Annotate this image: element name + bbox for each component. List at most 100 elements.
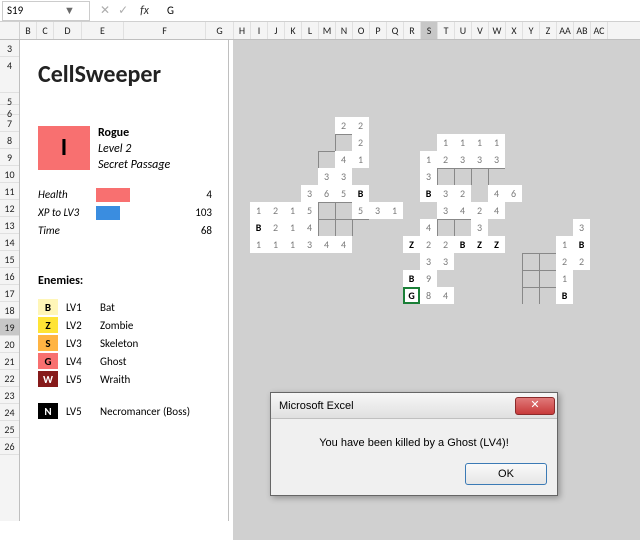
col-header-D[interactable]: D	[54, 22, 82, 39]
col-header-Q[interactable]: Q	[387, 22, 404, 39]
row-header-11[interactable]: 11	[0, 183, 19, 200]
grid-cell[interactable]: 2	[352, 117, 369, 134]
row-header-21[interactable]: 21	[0, 353, 19, 370]
grid-cell[interactable]: 4	[335, 151, 352, 168]
grid-cell[interactable]: 3	[420, 168, 437, 185]
col-header-T[interactable]: T	[438, 22, 455, 39]
grid-cell[interactable]	[539, 270, 556, 287]
grid-cell[interactable]: B	[420, 185, 437, 202]
grid-cell[interactable]: 3	[488, 151, 505, 168]
col-header-J[interactable]: J	[268, 22, 285, 39]
grid-cell[interactable]	[437, 168, 454, 185]
grid-cell[interactable]: 1	[556, 236, 573, 253]
grid-cell[interactable]: 3	[301, 236, 318, 253]
col-header-AC[interactable]: AC	[591, 22, 608, 39]
col-header-V[interactable]: V	[472, 22, 489, 39]
grid-cell[interactable]: G	[403, 287, 420, 304]
grid-cell[interactable]	[539, 253, 556, 270]
grid-cell[interactable]: 3	[437, 202, 454, 219]
row-header-5[interactable]: 5	[0, 93, 19, 105]
grid-cell[interactable]: Z	[403, 236, 420, 253]
col-header-P[interactable]: P	[370, 22, 387, 39]
grid-cell[interactable]: 4	[420, 219, 437, 236]
col-header-W[interactable]: W	[489, 22, 506, 39]
row-header-17[interactable]: 17	[0, 285, 19, 302]
col-header-X[interactable]: X	[506, 22, 523, 39]
row-header-13[interactable]: 13	[0, 217, 19, 234]
grid-cell[interactable]	[454, 168, 471, 185]
grid-cell[interactable]: B	[352, 185, 369, 202]
grid-cell[interactable]: 1	[437, 134, 454, 151]
grid-cell[interactable]: Z	[471, 236, 488, 253]
grid-cell[interactable]: 5	[335, 185, 352, 202]
grid-cell[interactable]	[318, 202, 335, 219]
grid-cell[interactable]	[522, 270, 539, 287]
grid-cell[interactable]: 1	[284, 219, 301, 236]
grid-cell[interactable]: 6	[318, 185, 335, 202]
grid-cell[interactable]: 2	[437, 236, 454, 253]
col-header-U[interactable]: U	[455, 22, 472, 39]
grid-cell[interactable]: 3	[454, 151, 471, 168]
grid-cell[interactable]: 3	[573, 219, 590, 236]
grid-cell[interactable]: 3	[420, 253, 437, 270]
col-header-I[interactable]: I	[251, 22, 268, 39]
grid-cell[interactable]	[335, 134, 352, 151]
col-header-Y[interactable]: Y	[523, 22, 540, 39]
row-header-18[interactable]: 18	[0, 302, 19, 319]
grid-cell[interactable]	[522, 287, 539, 304]
grid-cell[interactable]	[454, 219, 471, 236]
row-header-4[interactable]: 4	[0, 57, 19, 93]
grid-cell[interactable]: 1	[250, 202, 267, 219]
grid-cell[interactable]: B	[573, 236, 590, 253]
grid-cell[interactable]	[335, 219, 352, 236]
grid-cell[interactable]: 5	[301, 202, 318, 219]
row-header-15[interactable]: 15	[0, 251, 19, 268]
col-header-AA[interactable]: AA	[557, 22, 574, 39]
grid-cell[interactable]: 1	[284, 202, 301, 219]
grid-cell[interactable]: 1	[250, 236, 267, 253]
row-header-14[interactable]: 14	[0, 234, 19, 251]
row-header-22[interactable]: 22	[0, 370, 19, 387]
grid-cell[interactable]: 4	[318, 236, 335, 253]
grid-cell[interactable]: 1	[284, 236, 301, 253]
grid-cell[interactable]: 3	[437, 185, 454, 202]
grid-cell[interactable]: Z	[488, 236, 505, 253]
row-header-24[interactable]: 24	[0, 404, 19, 421]
grid-cell[interactable]: 2	[267, 219, 284, 236]
grid-cell[interactable]: 4	[301, 219, 318, 236]
col-header-B[interactable]: B	[20, 22, 37, 39]
cancel-icon[interactable]: ✕	[100, 3, 110, 18]
name-box[interactable]: S19 ▼	[2, 1, 90, 21]
row-header-16[interactable]: 16	[0, 268, 19, 285]
grid-cell[interactable]: 2	[556, 253, 573, 270]
grid-cell[interactable]: 2	[420, 236, 437, 253]
close-icon[interactable]: ✕	[515, 397, 555, 415]
grid-cell[interactable]: 2	[573, 253, 590, 270]
grid-cell[interactable]: 1	[488, 134, 505, 151]
grid-cell[interactable]: 1	[556, 270, 573, 287]
row-header-8[interactable]: 8	[0, 132, 19, 149]
row-header-20[interactable]: 20	[0, 336, 19, 353]
enter-icon[interactable]: ✓	[118, 3, 128, 18]
grid-cell[interactable]	[471, 168, 488, 185]
grid-cell[interactable]: 2	[471, 202, 488, 219]
grid-cell[interactable]: 2	[335, 117, 352, 134]
dialog-titlebar[interactable]: Microsoft Excel ✕	[271, 393, 557, 419]
grid-cell[interactable]	[318, 219, 335, 236]
col-header-Z[interactable]: Z	[540, 22, 557, 39]
row-header-3[interactable]: 3	[0, 40, 19, 57]
grid-cell[interactable]: 3	[471, 151, 488, 168]
grid-cell[interactable]: B	[403, 270, 420, 287]
grid-cell[interactable]: 9	[420, 270, 437, 287]
grid-cell[interactable]: 1	[420, 151, 437, 168]
grid-cell[interactable]: 4	[488, 202, 505, 219]
grid-cell[interactable]	[318, 151, 335, 168]
grid-cell[interactable]: 1	[267, 236, 284, 253]
grid-cell[interactable]: 2	[267, 202, 284, 219]
col-header-M[interactable]: M	[319, 22, 336, 39]
row-header-6[interactable]: 6	[0, 105, 19, 115]
grid-cell[interactable]: 3	[301, 185, 318, 202]
col-header-G[interactable]: G	[206, 22, 234, 39]
col-header-N[interactable]: N	[336, 22, 353, 39]
col-header-S[interactable]: S	[421, 22, 438, 39]
